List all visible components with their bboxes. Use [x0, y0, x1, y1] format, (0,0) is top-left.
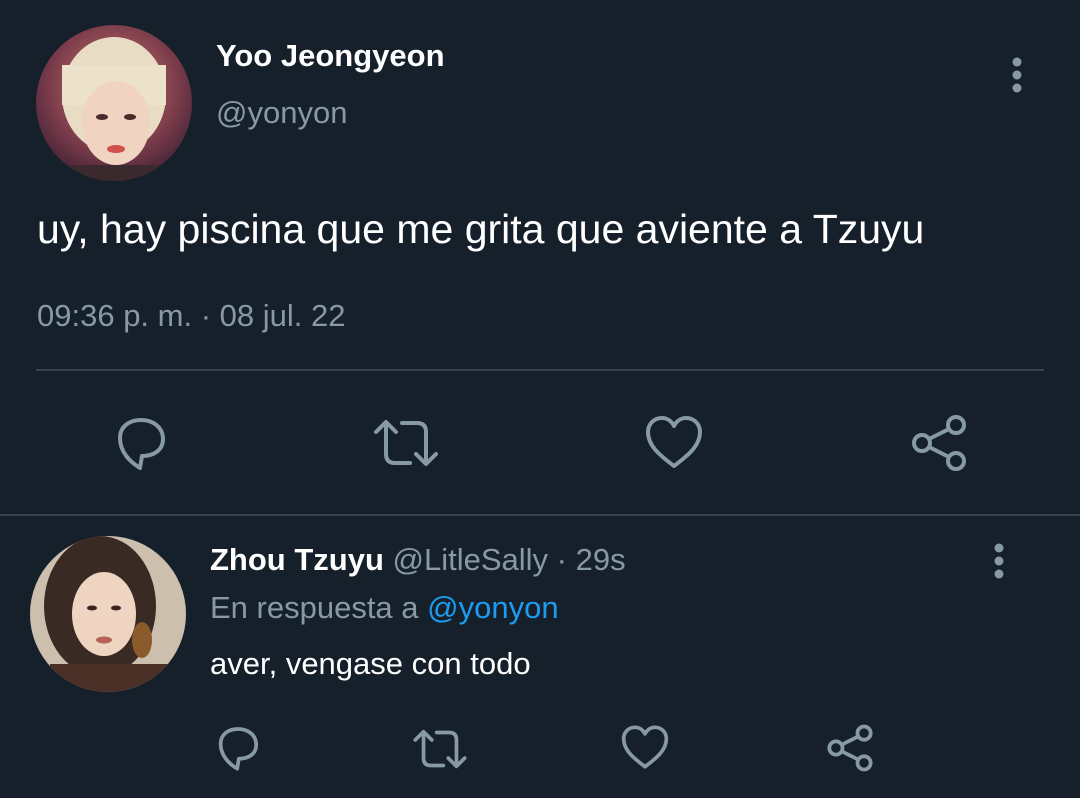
replying-to-line: En respuesta a @yonyon: [210, 590, 559, 626]
avatar[interactable]: [36, 25, 192, 181]
reply-share-icon[interactable]: [826, 724, 874, 772]
author-handle[interactable]: @yonyon: [216, 95, 347, 131]
author-name[interactable]: Yoo Jeongyeon: [216, 38, 445, 74]
tweet-text: uy, hay piscina que me grita que aviente…: [37, 206, 925, 252]
reply-reply-icon[interactable]: [214, 724, 262, 772]
section-divider: [0, 514, 1080, 516]
tweet-timestamp[interactable]: 09:36 p. m. · 08 jul. 22: [37, 298, 345, 334]
reply-icon[interactable]: [112, 414, 170, 472]
retweet-icon[interactable]: [372, 418, 440, 468]
replying-to-handle[interactable]: @yonyon: [427, 590, 558, 625]
reply-author-name[interactable]: Zhou Tzuyu: [210, 542, 384, 577]
reply-retweet-icon[interactable]: [412, 728, 468, 770]
divider: [36, 369, 1044, 371]
replying-prefix: En respuesta a: [210, 590, 419, 625]
reply-header: Zhou Tzuyu @LitleSally · 29s: [210, 542, 626, 578]
reply-text: aver, vengase con todo: [210, 646, 531, 681]
reply-more-options-icon[interactable]: [988, 542, 1010, 582]
reply-age[interactable]: 29s: [576, 542, 626, 577]
share-icon[interactable]: [910, 414, 968, 472]
reply-separator: ·: [548, 542, 576, 577]
like-icon[interactable]: [644, 414, 704, 470]
reply-author-handle[interactable]: @LitleSally: [393, 542, 549, 577]
more-options-icon[interactable]: [1006, 56, 1028, 96]
reply-avatar[interactable]: [30, 536, 186, 692]
reply-like-icon[interactable]: [620, 724, 670, 770]
